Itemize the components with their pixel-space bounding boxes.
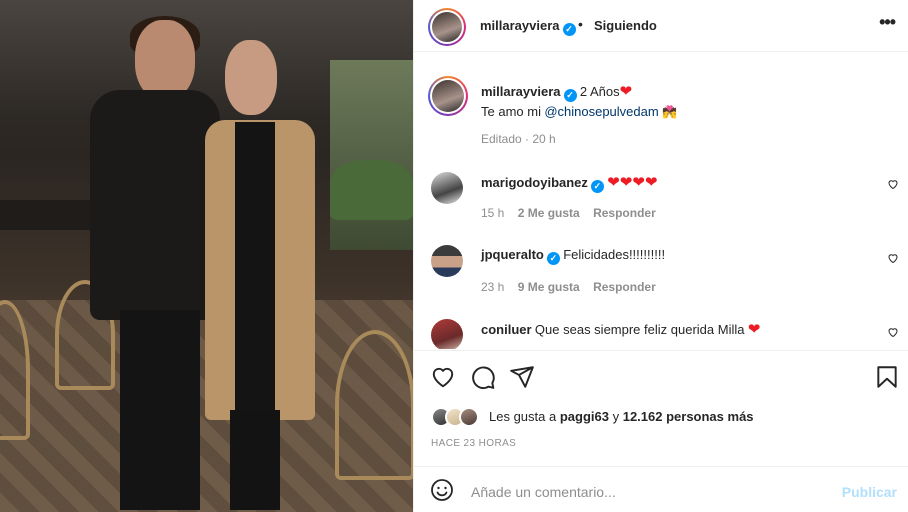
post-comment-button[interactable]: Publicar bbox=[842, 484, 897, 500]
edited-label: Editado bbox=[481, 132, 522, 146]
post-side-panel: millarayviera ✓ • Siguiendo ••• millarayv… bbox=[413, 0, 908, 512]
verified-icon: ✓ bbox=[562, 23, 576, 36]
comment-body: jpqueralto ✓ Felicidades!!!!!!!!!! bbox=[481, 247, 665, 265]
first-liker-link[interactable]: paggi63 bbox=[560, 409, 609, 424]
caption-text-line2: Te amo mi bbox=[481, 104, 541, 119]
like-icon[interactable] bbox=[430, 364, 456, 390]
follow-button[interactable]: Siguiendo bbox=[594, 18, 657, 33]
likes-count-link[interactable]: 12.162 personas más bbox=[623, 409, 754, 424]
more-options-icon[interactable]: ••• bbox=[879, 12, 896, 33]
comment-item: coniluer Que seas siempre feliz querida … bbox=[414, 314, 908, 349]
save-icon[interactable] bbox=[874, 364, 900, 390]
commenter-avatar[interactable] bbox=[431, 245, 463, 277]
photo-window bbox=[330, 60, 413, 250]
comment-icon[interactable] bbox=[470, 364, 496, 390]
comment-like-icon[interactable] bbox=[887, 326, 899, 341]
comment-age: 23 h bbox=[481, 280, 505, 294]
comment-text: ❤❤❤❤ bbox=[607, 174, 658, 191]
commenter-username[interactable]: jpqueralto ✓ bbox=[481, 247, 560, 265]
caption-age: 20 h bbox=[532, 132, 556, 146]
likers-avatars[interactable] bbox=[431, 407, 489, 427]
photo-man bbox=[90, 16, 220, 510]
post-timestamp: HACE 23 HORAS bbox=[431, 438, 517, 449]
commenter-username[interactable]: marigodoyibanez ✓ bbox=[481, 175, 604, 193]
author-username[interactable]: millarayviera ✓ bbox=[480, 18, 576, 36]
verified-icon: ✓ bbox=[563, 89, 577, 102]
caption-body: millarayviera ✓ 2 Años❤ Te amo mi @chinos… bbox=[481, 82, 901, 122]
photo-woman bbox=[205, 36, 315, 510]
caption-meta: Editado · 20 h bbox=[481, 132, 556, 146]
post-photo[interactable] bbox=[0, 0, 413, 512]
author-avatar[interactable] bbox=[428, 8, 466, 46]
commenter-username[interactable]: coniluer bbox=[481, 322, 532, 337]
separator-dot: • bbox=[578, 16, 583, 32]
reply-button[interactable]: Responder bbox=[593, 280, 656, 294]
liker-avatar bbox=[459, 407, 479, 427]
likes-summary: Les gusta a paggi63 y 12.162 personas má… bbox=[489, 409, 754, 424]
comment-body: marigodoyibanez ✓ ❤❤❤❤ bbox=[481, 173, 658, 193]
comment-meta: 23 h 9 Me gusta Responder bbox=[481, 280, 656, 294]
caption-text-line1: 2 Años bbox=[579, 84, 620, 99]
caption-avatar[interactable] bbox=[428, 76, 468, 116]
comment-item: marigodoyibanez ✓ ❤❤❤❤ 15 h 2 Me gusta Re… bbox=[414, 166, 908, 226]
comment-body: coniluer Que seas siempre feliz querida … bbox=[481, 320, 760, 338]
verified-icon: ✓ bbox=[590, 180, 604, 193]
comment-likes-link[interactable]: 9 Me gusta bbox=[518, 280, 580, 294]
comment-like-icon[interactable] bbox=[887, 252, 899, 267]
comment-text: Que seas siempre feliz querida Milla bbox=[534, 322, 745, 337]
emoji-icon[interactable] bbox=[430, 478, 456, 504]
likes-connector: y bbox=[612, 409, 620, 424]
verified-icon: ✓ bbox=[546, 252, 560, 265]
photo-table bbox=[0, 200, 100, 230]
post-actions: Les gusta a paggi63 y 12.162 personas má… bbox=[414, 350, 908, 465]
comment-meta: 15 h 2 Me gusta Responder bbox=[481, 206, 656, 220]
heart-emoji: ❤ bbox=[619, 83, 633, 100]
comment-age: 15 h bbox=[481, 206, 505, 220]
comment-likes-link[interactable]: 2 Me gusta bbox=[518, 206, 580, 220]
add-comment-bar: Añade un comentario... Publicar bbox=[414, 466, 908, 512]
comment-item: jpqueralto ✓ Felicidades!!!!!!!!!! 23 h 9… bbox=[414, 240, 908, 300]
comment-like-icon[interactable] bbox=[887, 178, 899, 193]
commenter-avatar[interactable] bbox=[431, 319, 463, 349]
commenter-avatar[interactable] bbox=[431, 172, 463, 204]
caption-username[interactable]: millarayviera ✓ bbox=[481, 84, 577, 102]
caption-mention-link[interactable]: @chinosepulvedam bbox=[544, 104, 658, 119]
share-icon[interactable] bbox=[509, 364, 535, 390]
reply-button[interactable]: Responder bbox=[593, 206, 656, 220]
comment-text: Felicidades!!!!!!!!!! bbox=[563, 247, 666, 262]
photo-chair bbox=[335, 330, 413, 480]
post-header: millarayviera ✓ • Siguiendo ••• bbox=[414, 0, 908, 52]
kiss-emoji: 💏 bbox=[662, 105, 677, 119]
comment-input[interactable]: Añade un comentario... bbox=[471, 484, 616, 500]
likes-prefix: Les gusta a bbox=[489, 409, 557, 424]
photo-plant bbox=[330, 160, 413, 220]
heart-emoji: ❤ bbox=[747, 321, 761, 338]
